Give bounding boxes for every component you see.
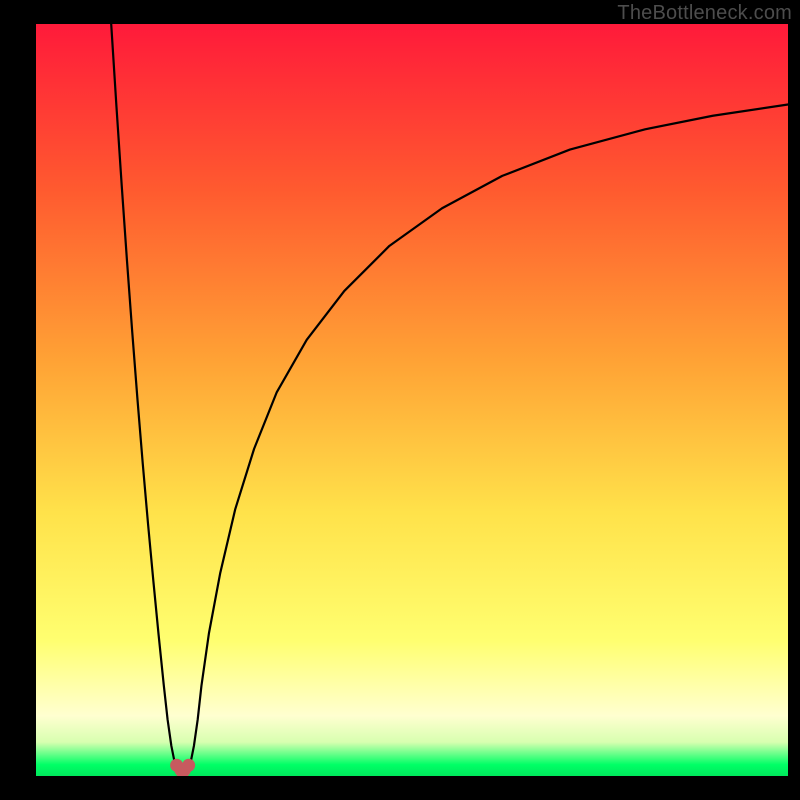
cusp-dot-right: [182, 759, 195, 772]
gradient-background: [36, 24, 788, 776]
chart-area: [36, 24, 788, 776]
watermark-text: TheBottleneck.com: [617, 2, 792, 25]
outer-frame: TheBottleneck.com: [0, 0, 800, 800]
cusp-dot-left: [170, 759, 183, 772]
chart-svg: [36, 24, 788, 776]
